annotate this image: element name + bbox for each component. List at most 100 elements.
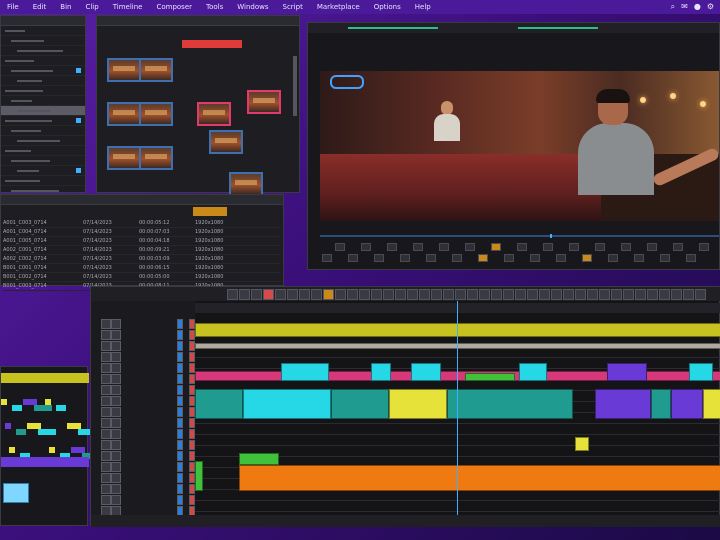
menu-item-edit[interactable]: Edit	[26, 3, 54, 11]
media-list-row[interactable]: A002_C002_0714 07/14/2023 00:00:03:09 1920x…	[3, 255, 281, 264]
mini-clip[interactable]	[16, 429, 26, 435]
transport-button[interactable]	[569, 243, 579, 251]
track-header-button[interactable]	[111, 396, 121, 406]
playhead[interactable]	[457, 301, 458, 527]
track-header-button[interactable]	[101, 352, 111, 362]
track-monitor-toggle[interactable]	[177, 429, 183, 439]
clip-thumbnail[interactable]	[139, 102, 173, 126]
transport-button[interactable]	[504, 254, 514, 262]
bin-tree-row[interactable]	[1, 146, 85, 156]
timeline-tool-button[interactable]	[659, 289, 670, 300]
mini-clip[interactable]	[45, 399, 51, 405]
bin-tree-row[interactable]	[1, 166, 85, 176]
timeline-clip[interactable]	[519, 363, 547, 381]
timeline-clip[interactable]	[239, 453, 279, 465]
timeline-tool-button[interactable]	[371, 289, 382, 300]
monitor-position-bar[interactable]	[320, 234, 719, 238]
clip-thumbnail[interactable]	[107, 102, 141, 126]
bin-tree-row[interactable]	[1, 36, 85, 46]
timeline-tool-button[interactable]	[683, 289, 694, 300]
timeline-tool-button[interactable]	[263, 289, 274, 300]
track-monitor-toggle[interactable]	[177, 363, 183, 373]
menu-item-options[interactable]: Options	[367, 3, 408, 11]
timeline-clip[interactable]	[575, 437, 589, 451]
transport-button[interactable]	[426, 254, 436, 262]
mini-clip[interactable]	[12, 405, 22, 411]
timeline-tool-button[interactable]	[431, 289, 442, 300]
timeline-tool-button[interactable]	[347, 289, 358, 300]
timeline-tool-button[interactable]	[383, 289, 394, 300]
bin-scrollbar[interactable]	[293, 56, 297, 116]
timeline-tool-button[interactable]	[551, 289, 562, 300]
bin-tree-row[interactable]	[1, 156, 85, 166]
timeline-clip[interactable]	[595, 389, 651, 419]
track-monitor-toggle[interactable]	[177, 418, 183, 428]
timeline-clip[interactable]	[465, 373, 515, 381]
clip-thumbnail[interactable]	[197, 102, 231, 126]
bin-tree-row[interactable]	[1, 126, 85, 136]
clip-thumbnail[interactable]	[139, 146, 173, 170]
track-monitor-toggle[interactable]	[177, 451, 183, 461]
track-monitor-toggle[interactable]	[177, 495, 183, 505]
track-header-button[interactable]	[101, 407, 111, 417]
timeline-tool-button[interactable]	[539, 289, 550, 300]
track-header-button[interactable]	[101, 319, 111, 329]
track-header-button[interactable]	[111, 319, 121, 329]
track-header-button[interactable]	[101, 341, 111, 351]
track-header-button[interactable]	[101, 440, 111, 450]
timeline-tool-button[interactable]	[443, 289, 454, 300]
timeline-tool-button[interactable]	[275, 289, 286, 300]
transport-button[interactable]	[491, 243, 501, 251]
track-header-button[interactable]	[111, 363, 121, 373]
track-header-button[interactable]	[111, 407, 121, 417]
transport-button[interactable]	[621, 243, 631, 251]
timeline-tool-button[interactable]	[479, 289, 490, 300]
media-list-header-toggle[interactable]	[193, 207, 227, 216]
track-monitor-toggle[interactable]	[177, 473, 183, 483]
bin-tree-row[interactable]	[1, 106, 85, 116]
transport-button[interactable]	[387, 243, 397, 251]
transport-button[interactable]	[595, 243, 605, 251]
timeline-tool-button[interactable]	[323, 289, 334, 300]
track-header-button[interactable]	[111, 385, 121, 395]
track-header-button[interactable]	[101, 473, 111, 483]
track-header-button[interactable]	[101, 374, 111, 384]
media-list-row[interactable]: A001_C004_0714 07/14/2023 00:00:07:03 1920x…	[3, 228, 281, 237]
mini-clip[interactable]	[38, 429, 56, 435]
transport-button[interactable]	[335, 243, 345, 251]
timeline-tool-button[interactable]	[395, 289, 406, 300]
track-monitor-toggle[interactable]	[177, 385, 183, 395]
search-icon[interactable]: ⌕	[671, 2, 675, 12]
timeline-tool-button[interactable]	[311, 289, 322, 300]
timeline-tool-button[interactable]	[575, 289, 586, 300]
transport-button[interactable]	[374, 254, 384, 262]
transport-button[interactable]	[582, 254, 592, 262]
dropdown-icon[interactable]	[76, 168, 81, 173]
menu-item-help[interactable]: Help	[408, 3, 438, 11]
track-header-button[interactable]	[101, 451, 111, 461]
timeline-tool-button[interactable]	[239, 289, 250, 300]
transport-button[interactable]	[699, 243, 709, 251]
track-header-button[interactable]	[111, 429, 121, 439]
bin-tree-row[interactable]	[1, 136, 85, 146]
track-header-button[interactable]	[101, 429, 111, 439]
track-header-button[interactable]	[111, 484, 121, 494]
dropdown-icon[interactable]	[76, 68, 81, 73]
transport-button[interactable]	[673, 243, 683, 251]
track-header-button[interactable]	[111, 462, 121, 472]
timeline-clip[interactable]	[195, 389, 243, 419]
timeline-clip[interactable]	[607, 363, 647, 381]
timeline-clip[interactable]	[331, 389, 389, 419]
track-monitor-toggle[interactable]	[177, 440, 183, 450]
message-icon[interactable]: ✉	[681, 2, 688, 12]
track-monitor-toggle[interactable]	[177, 341, 183, 351]
menu-item-tools[interactable]: Tools	[199, 3, 230, 11]
timeline-tool-button[interactable]	[695, 289, 706, 300]
timeline-clip[interactable]	[389, 389, 447, 419]
track-header-button[interactable]	[101, 495, 111, 505]
position-indicator[interactable]	[550, 234, 552, 238]
transport-button[interactable]	[400, 254, 410, 262]
timeline-tool-button[interactable]	[527, 289, 538, 300]
mini-clip[interactable]	[56, 405, 66, 411]
track-monitor-toggle[interactable]	[177, 374, 183, 384]
